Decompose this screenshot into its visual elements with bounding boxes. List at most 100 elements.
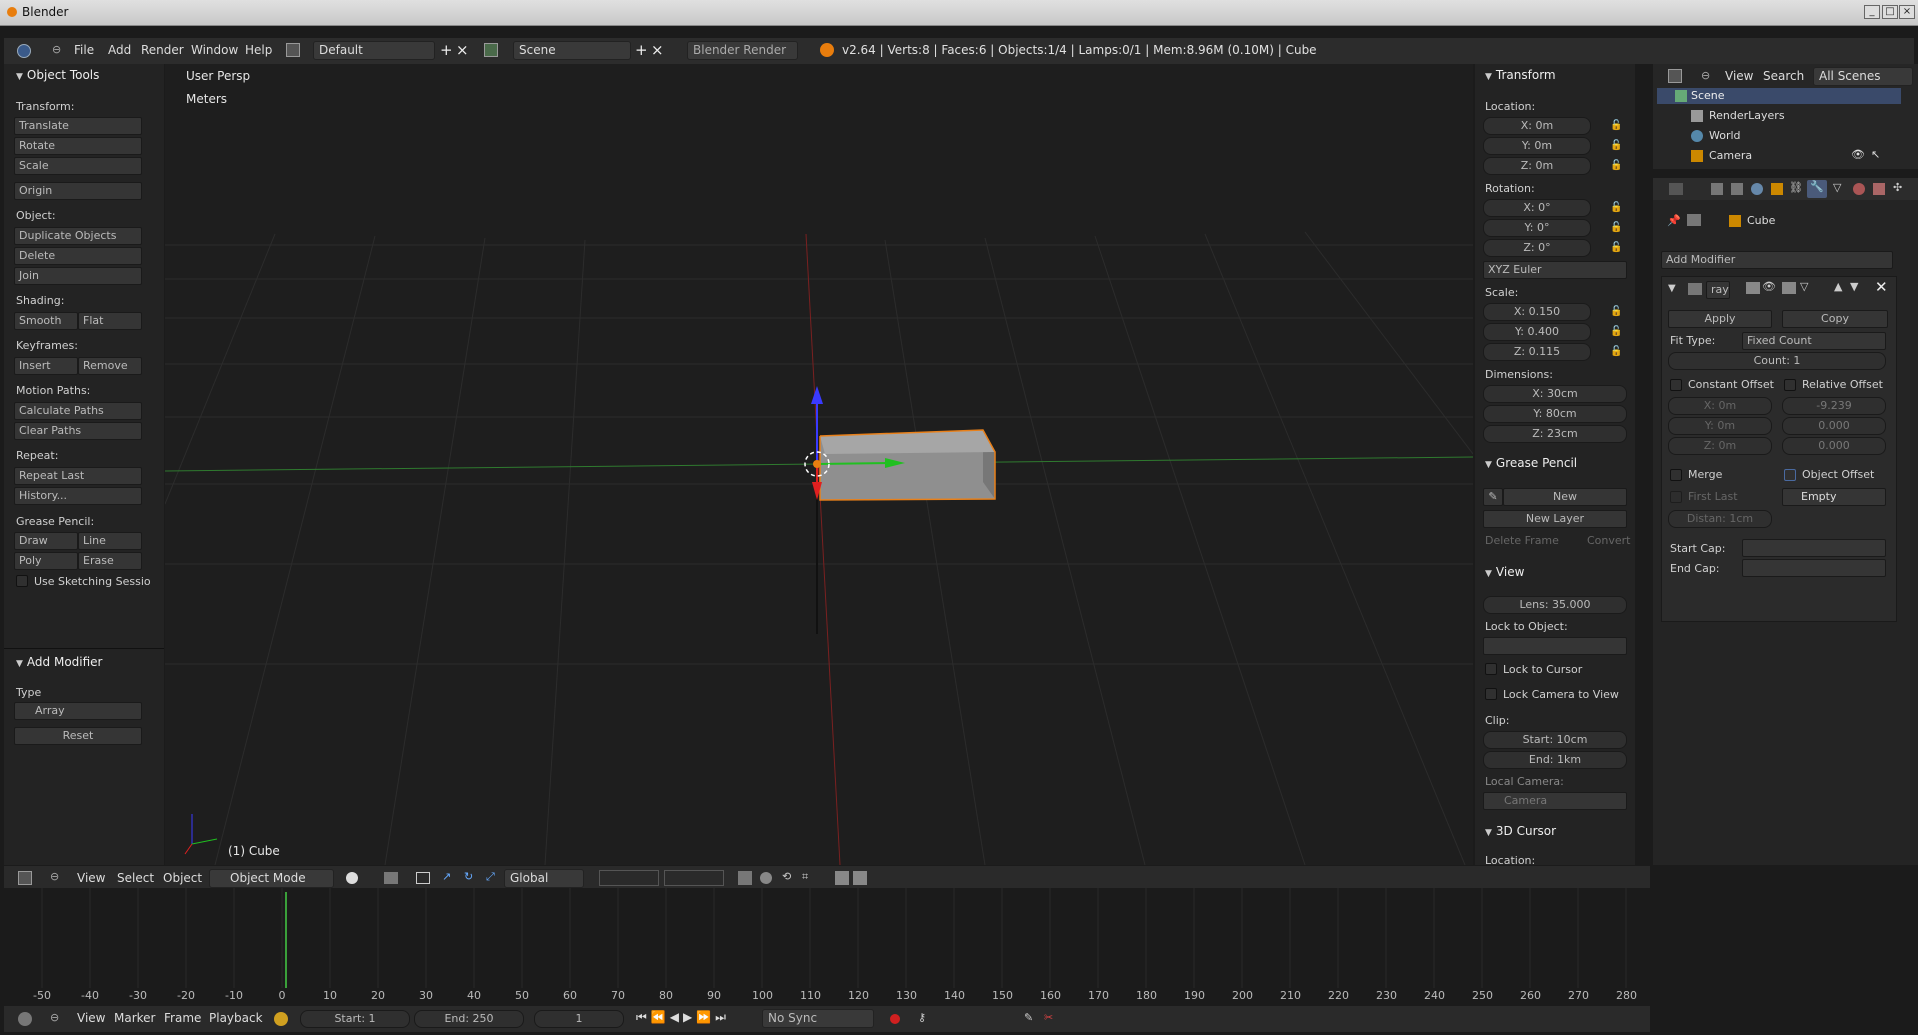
lock-icon[interactable]: 🔓 — [1610, 242, 1622, 254]
add-screen-button[interactable]: + — [440, 41, 453, 59]
delete-frame-button[interactable]: Delete Frame — [1485, 534, 1559, 547]
rotation-x-field[interactable]: X: 0° — [1483, 199, 1591, 217]
origin-button[interactable]: Origin — [14, 182, 142, 200]
render-anim-icon[interactable] — [853, 871, 867, 885]
flat-button[interactable]: Flat — [78, 312, 142, 330]
on-cage-icon[interactable]: ▽ — [1800, 280, 1808, 293]
object-tab-icon[interactable] — [1771, 183, 1783, 195]
start-cap-field[interactable] — [1742, 539, 1886, 557]
lock-to-cursor-checkbox[interactable] — [1485, 663, 1497, 675]
outliner-row-renderlayers[interactable]: RenderLayers — [1657, 108, 1901, 124]
manipulator-toggle-icon[interactable] — [416, 872, 430, 884]
sync-select[interactable]: No Sync — [762, 1009, 874, 1028]
render-icon[interactable] — [835, 871, 849, 885]
menu-collapse-icon[interactable]: ⊖ — [50, 870, 59, 883]
delete-button[interactable]: Delete — [14, 247, 142, 265]
repeat-last-button[interactable]: Repeat Last — [14, 467, 142, 485]
translate-manipulator-icon[interactable]: ↗ — [442, 870, 451, 883]
modifiers-tab-icon[interactable]: 🔧 — [1807, 180, 1827, 198]
constant-x-field[interactable]: X: 0m — [1668, 397, 1772, 415]
location-z-field[interactable]: Z: 0m — [1483, 157, 1591, 175]
scale-manipulator-icon[interactable]: ⤢ — [486, 870, 495, 884]
rotation-y-field[interactable]: Y: 0° — [1483, 219, 1591, 237]
menu-render[interactable]: Render — [141, 43, 184, 57]
draw-button[interactable]: Draw — [14, 532, 78, 550]
outliner-search-menu[interactable]: Search — [1763, 69, 1804, 83]
rotate-manipulator-icon[interactable]: ↻ — [464, 870, 473, 883]
apply-button[interactable]: Apply — [1668, 310, 1772, 328]
constant-offset-checkbox[interactable] — [1670, 379, 1682, 391]
playback-controls-icon[interactable]: ⏮⏪◀▶⏩⏭ — [636, 1010, 730, 1025]
lock-icon[interactable]: 🔓 — [1610, 222, 1622, 234]
move-down-icon[interactable]: ▼ — [1850, 280, 1858, 293]
merge-checkbox[interactable] — [1670, 469, 1682, 481]
show-editmode-icon[interactable] — [1782, 282, 1796, 294]
pin-icon[interactable]: 📌 — [1667, 214, 1681, 227]
delete-scene-button[interactable]: × — [651, 41, 664, 59]
lock-icon[interactable]: 🔓 — [1610, 202, 1622, 214]
timeline[interactable]: -50 -40 -30 -20 -10 0 10 20 30 40 50 60 70 80 90 100 110… — [4, 888, 1650, 1004]
scale-x-field[interactable]: X: 0.150 — [1483, 303, 1591, 321]
orientation-select[interactable]: Global — [504, 869, 584, 888]
line-button[interactable]: Line — [78, 532, 142, 550]
playback-menu[interactable]: Playback — [209, 1011, 263, 1025]
key-delete-icon[interactable]: ✂ — [1044, 1011, 1053, 1024]
add-modifier-operator-title[interactable]: ▼ Add Modifier — [16, 655, 103, 669]
insert-keyframe-button[interactable]: Insert — [14, 357, 78, 375]
menu-window[interactable]: Window — [191, 43, 238, 57]
lock-camera-checkbox[interactable] — [1485, 688, 1497, 700]
pencil-icon[interactable]: ✎ — [1483, 488, 1503, 506]
minimize-button[interactable]: _ — [1864, 5, 1880, 19]
remove-keyframe-button[interactable]: Remove — [78, 357, 142, 375]
constraints-tab-icon[interactable]: ⛓ — [1789, 181, 1803, 194]
select-menu[interactable]: Select — [117, 871, 154, 885]
rotate-button[interactable]: Rotate — [14, 137, 142, 155]
end-frame-field[interactable]: End: 250 — [414, 1010, 524, 1028]
constant-z-field[interactable]: Z: 0m — [1668, 437, 1772, 455]
count-field[interactable]: Count: 1 — [1668, 352, 1886, 370]
modifier-type-select[interactable]: Array — [14, 702, 142, 720]
current-frame-field[interactable]: 1 — [534, 1010, 624, 1028]
show-viewport-icon[interactable]: 👁 — [1762, 280, 1776, 293]
offset-object-field[interactable]: Empty — [1782, 488, 1886, 506]
menu-collapse-icon[interactable]: ⊖ — [1701, 69, 1710, 82]
object-tools-title[interactable]: ▼ Object Tools — [16, 68, 99, 82]
view-panel-title[interactable]: ▼ View — [1485, 565, 1524, 579]
show-render-icon[interactable] — [1746, 282, 1760, 294]
maximize-button[interactable]: □ — [1882, 5, 1898, 19]
start-frame-field[interactable]: Start: 1 — [300, 1010, 410, 1028]
rotation-mode-select[interactable]: XYZ Euler — [1483, 261, 1627, 279]
lock-icon[interactable]: 🔓 — [1610, 140, 1622, 152]
key-insert-icon[interactable]: ✎ — [1024, 1011, 1033, 1024]
layer-lock-icon[interactable] — [738, 871, 752, 885]
record-icon[interactable] — [890, 1014, 900, 1024]
shading-icon[interactable] — [346, 872, 358, 884]
close-window-button[interactable]: × — [1899, 5, 1915, 19]
screen-layout-field[interactable]: Default — [313, 41, 435, 60]
location-y-field[interactable]: Y: 0m — [1483, 137, 1591, 155]
clip-start-field[interactable]: Start: 10cm — [1483, 731, 1627, 749]
scene-icon[interactable] — [484, 43, 498, 57]
collapse-modifier-icon[interactable]: ▼ — [1668, 283, 1676, 294]
lens-field[interactable]: Lens: 35.000 — [1483, 596, 1627, 614]
outliner-row-camera[interactable]: Camera 👁 ↖ — [1657, 148, 1901, 164]
view-menu[interactable]: View — [77, 871, 105, 885]
outliner-row-scene[interactable]: Scene — [1657, 88, 1901, 104]
editor-type-icon[interactable] — [18, 871, 32, 885]
keyframe-type-icon[interactable]: ⚷ — [918, 1011, 926, 1024]
render-engine-select[interactable]: Blender Render — [687, 41, 798, 60]
relative-offset-checkbox[interactable] — [1784, 379, 1796, 391]
outliner-editor-icon[interactable] — [1668, 69, 1682, 83]
physics-tab-icon[interactable]: ✣ — [1893, 181, 1902, 194]
convert-button[interactable]: Convert — [1587, 534, 1631, 547]
smooth-button[interactable]: Smooth — [14, 312, 78, 330]
timeline-view-menu[interactable]: View — [77, 1011, 105, 1025]
relative-x-field[interactable]: -9.239 — [1782, 397, 1886, 415]
add-scene-button[interactable]: + — [635, 41, 648, 59]
lock-icon[interactable]: 🔓 — [1610, 346, 1622, 358]
screen-layout-icon[interactable] — [286, 43, 300, 57]
properties-editor-icon[interactable] — [1669, 183, 1683, 195]
first-last-checkbox[interactable] — [1670, 491, 1682, 503]
end-cap-field[interactable] — [1742, 559, 1886, 577]
transform-panel-title[interactable]: ▼ Transform — [1485, 68, 1556, 82]
